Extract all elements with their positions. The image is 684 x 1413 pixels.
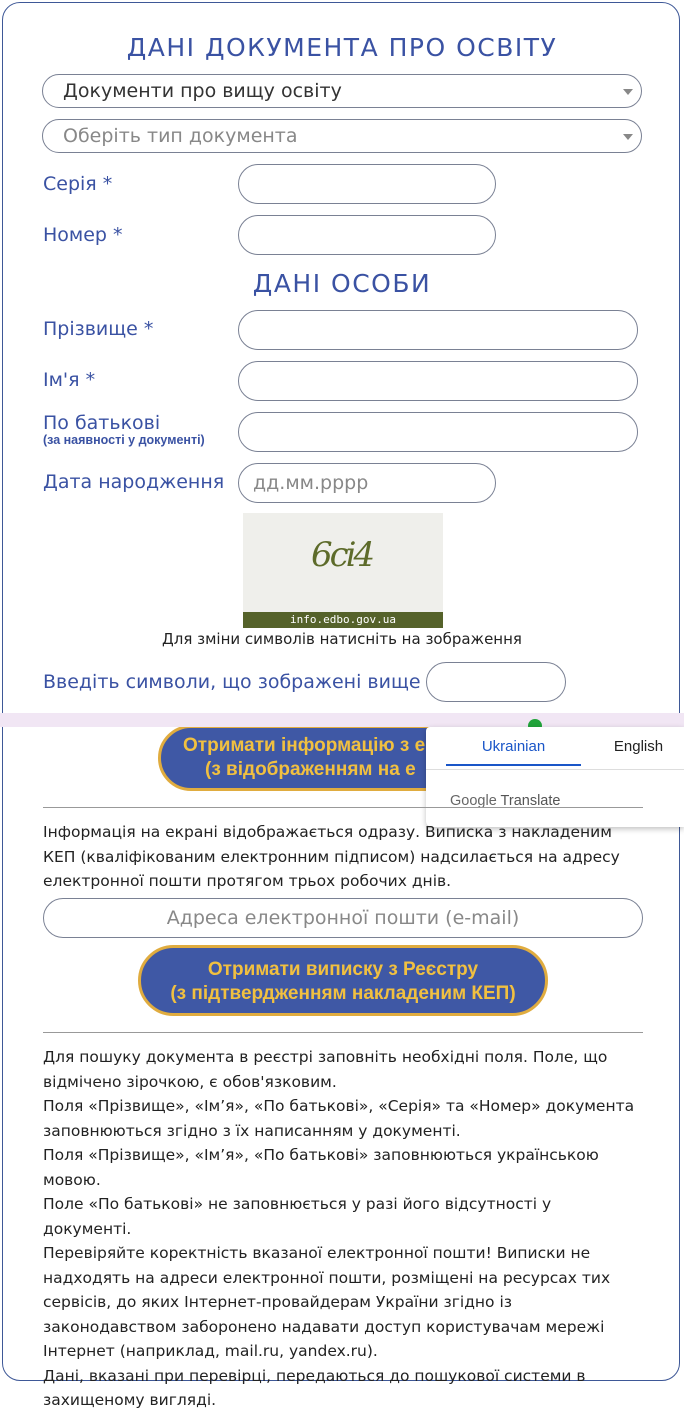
get-extract-button[interactable]: Отримати виписку з Реєстру (з підтвердже… xyxy=(138,945,548,1016)
divider xyxy=(43,1032,643,1033)
document-type-select[interactable]: Оберіть тип документа xyxy=(42,119,642,153)
google-translate-popup: Ukrainian English Google Translate xyxy=(426,727,684,827)
person-section-title: ДАНІ ОСОБИ xyxy=(252,269,432,298)
number-label: Номер * xyxy=(43,224,123,246)
series-input[interactable] xyxy=(238,164,496,204)
patronymic-label: По батькові xyxy=(43,412,161,434)
get-extract-label-2: (з підтвердженням накладеним КЕП) xyxy=(170,983,516,1004)
series-label: Серія * xyxy=(43,173,113,195)
name-label: Ім'я * xyxy=(43,369,96,391)
email-input[interactable]: Адреса електронної пошти (e-mail) xyxy=(43,898,643,938)
email-placeholder: Адреса електронної пошти (e-mail) xyxy=(166,907,520,929)
instruction-paragraph: Поля «Прізвище», «Ім’я», «По батькові», … xyxy=(43,1097,635,1140)
birthdate-input[interactable]: дд.мм.рррр xyxy=(238,463,496,503)
patronymic-note: (за наявності у документі) xyxy=(43,433,205,447)
document-section-title: ДАНІ ДОКУМЕНТА ПРО ОСВІТУ xyxy=(126,33,558,62)
language-tab-english[interactable]: English xyxy=(591,738,684,755)
get-info-button[interactable]: Отримати інформацію з е (з відображенням… xyxy=(158,725,458,791)
chevron-down-icon xyxy=(623,89,633,95)
birthdate-label: Дата народження xyxy=(43,471,225,493)
captcha-image[interactable]: 6сі4 info.edbo.gov.ua xyxy=(243,513,443,628)
patronymic-input[interactable] xyxy=(238,412,638,452)
birthdate-placeholder: дд.мм.рррр xyxy=(253,472,369,494)
name-input[interactable] xyxy=(238,361,638,401)
chevron-down-icon xyxy=(623,134,633,140)
info-text: Інформація на екрані відображається одра… xyxy=(43,823,620,890)
document-category-select[interactable]: Документи про вищу освіту xyxy=(42,74,642,108)
get-info-label-2: (з відображенням на е xyxy=(205,759,416,780)
divider xyxy=(43,807,643,808)
instructions: Для пошуку документа в реєстрі заповніть… xyxy=(43,1045,643,1413)
surname-input[interactable] xyxy=(238,310,638,350)
captcha-code: 6сі4 xyxy=(311,535,375,575)
get-info-label-1: Отримати інформацію з е xyxy=(183,735,426,756)
instruction-paragraph: Поле «По батькові» не заповнюється у раз… xyxy=(43,1195,552,1238)
translate-bar xyxy=(0,713,684,733)
captcha-hint: Для зміни символів натисніть на зображен… xyxy=(162,630,522,648)
document-type-placeholder: Оберіть тип документа xyxy=(63,125,298,147)
captcha-input[interactable] xyxy=(426,662,566,702)
surname-label: Прізвище * xyxy=(43,318,154,340)
document-category-value: Документи про вищу освіту xyxy=(63,80,342,102)
number-input[interactable] xyxy=(238,215,496,255)
instruction-paragraph: Перевіряйте коректність вказаної електро… xyxy=(43,1244,611,1360)
language-tab-ukrainian[interactable]: Ukrainian xyxy=(446,738,581,766)
instruction-paragraph: Для пошуку документа в реєстрі заповніть… xyxy=(43,1048,608,1091)
get-extract-label-1: Отримати виписку з Реєстру xyxy=(207,959,479,980)
popup-divider xyxy=(426,769,684,770)
captcha-input-label: Введіть символи, що зображені вище xyxy=(43,671,421,693)
captcha-site-label: info.edbo.gov.ua xyxy=(243,612,443,628)
instruction-paragraph: Дані, вказані при перевірці, передаються… xyxy=(43,1366,586,1410)
instruction-paragraph: Поля «Прізвище», «Ім’я», «По батькові» з… xyxy=(43,1146,599,1189)
